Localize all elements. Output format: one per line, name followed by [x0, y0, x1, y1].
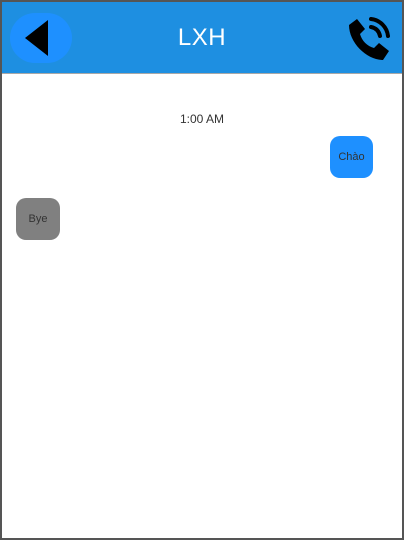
- chat-header: LXH: [2, 2, 402, 74]
- chat-window: LXH 1:00 AM Chào Bye: [0, 0, 404, 540]
- message-timestamp: 1:00 AM: [179, 112, 225, 126]
- call-button[interactable]: [342, 12, 394, 64]
- sent-message-bubble[interactable]: Chào: [330, 136, 373, 178]
- message-list[interactable]: 1:00 AM Chào Bye: [2, 75, 402, 538]
- back-arrow-icon: [25, 20, 48, 56]
- received-message-bubble[interactable]: Bye: [16, 198, 60, 240]
- back-button[interactable]: [10, 13, 72, 63]
- phone-call-icon: [349, 17, 390, 60]
